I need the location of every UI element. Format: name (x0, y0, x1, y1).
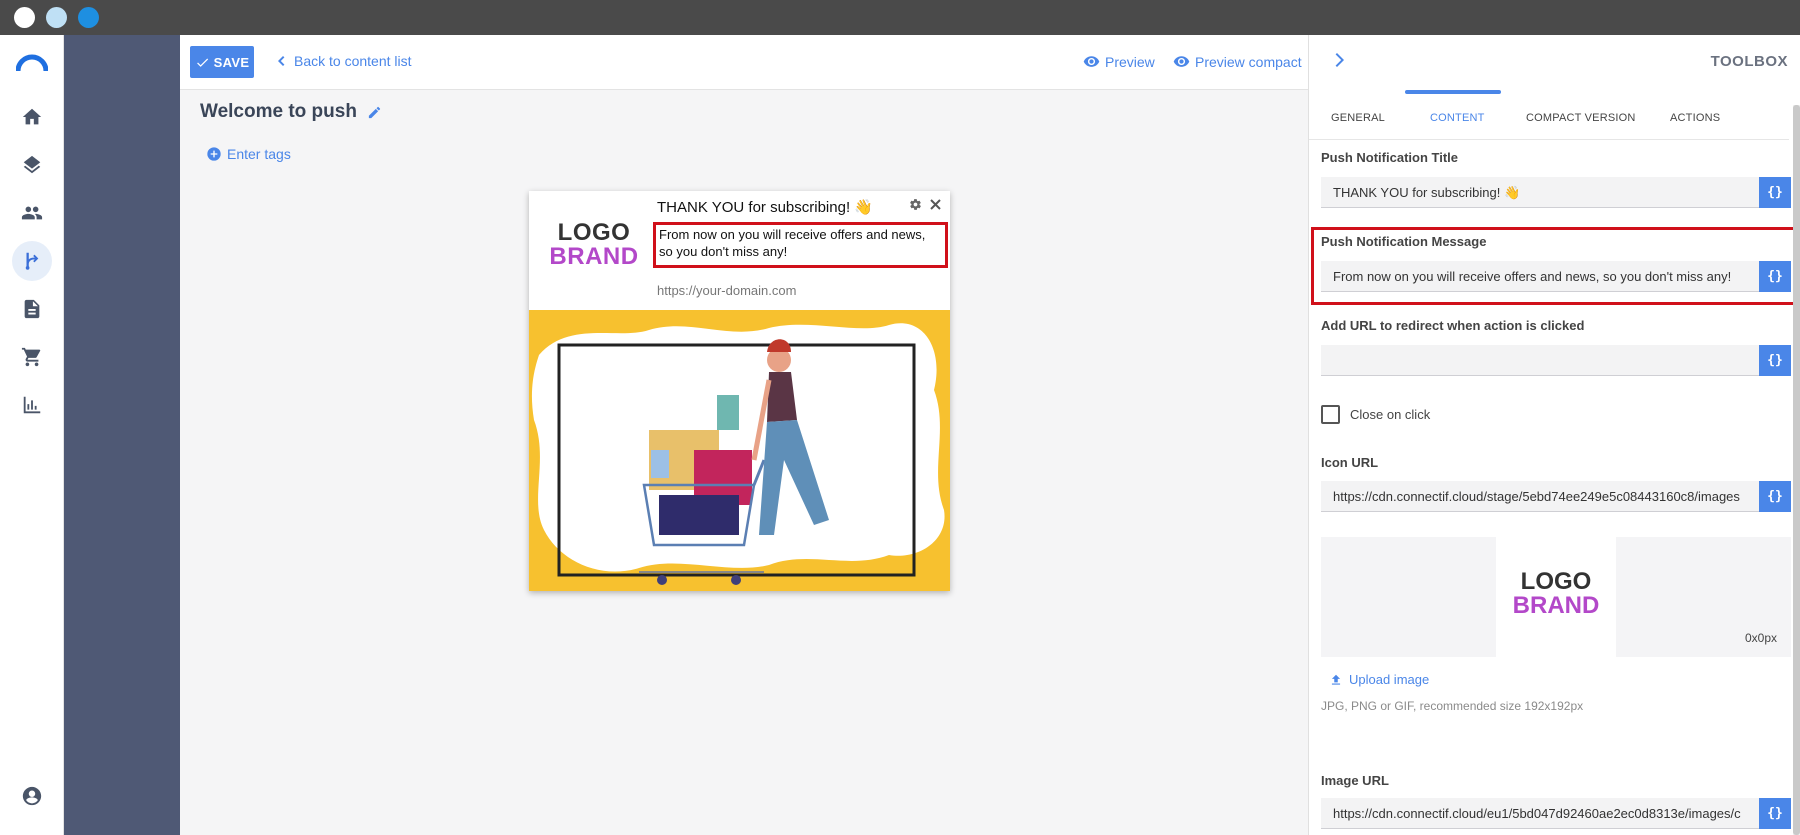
url-variable-button[interactable]: {} (1759, 345, 1791, 376)
back-to-content-link[interactable]: Back to content list (276, 53, 412, 69)
window-minimize-dot[interactable] (46, 7, 67, 28)
image-url-field[interactable]: https://cdn.connectif.cloud/eu1/5bd047d9… (1321, 798, 1791, 829)
logo-line-2: BRAND (549, 243, 639, 270)
title-field[interactable]: THANK YOU for subscribing! 👋 {} (1321, 177, 1791, 208)
preview-label: Preview (1105, 53, 1155, 70)
notification-message[interactable]: From now on you will receive offers and … (653, 222, 948, 268)
enter-tags-link[interactable]: Enter tags (206, 146, 291, 162)
scrollbar-thumb[interactable] (1793, 105, 1800, 835)
window-titlebar (0, 0, 1800, 35)
message-field[interactable]: From now on you will receive offers and … (1321, 261, 1791, 292)
eye-icon (1083, 56, 1100, 67)
icon-url-field[interactable]: https://cdn.connectif.cloud/stage/5ebd74… (1321, 481, 1791, 512)
preview-compact-label: Preview compact (1195, 53, 1302, 70)
tab-compact-version[interactable]: COMPACT VERSION (1526, 112, 1636, 124)
cart-icon (21, 347, 41, 367)
save-button-label: SAVE (213, 54, 250, 70)
nav-contacts[interactable] (12, 193, 52, 233)
tab-content[interactable]: CONTENT (1430, 112, 1485, 124)
active-tab-indicator (1405, 90, 1501, 94)
icon-url-variable-button[interactable]: {} (1759, 481, 1791, 512)
workflow-icon (25, 252, 39, 270)
home-icon (22, 108, 42, 125)
chevron-left-icon (278, 56, 285, 66)
upload-icon (1331, 674, 1341, 685)
thumb-logo-line-1: LOGO (1520, 568, 1592, 595)
window-maximize-dot[interactable] (78, 7, 99, 28)
close-on-click-label: Close on click (1350, 407, 1431, 422)
pencil-icon[interactable] (367, 105, 382, 120)
chevron-right-icon[interactable] (1333, 53, 1347, 67)
push-notification-preview: LOGO BRAND THANK YOU for subscribing! 👋 … (529, 191, 950, 591)
icon-url-label: Icon URL (1321, 455, 1379, 470)
image-url-value: https://cdn.connectif.cloud/eu1/5bd047d9… (1333, 806, 1741, 821)
toolbox-tabs: GENERAL CONTENT COMPACT VERSION ACTIONS (1309, 90, 1789, 140)
gear-icon[interactable] (909, 198, 922, 211)
nav-content[interactable] (12, 289, 52, 329)
app-logo-icon[interactable] (16, 51, 48, 73)
save-button[interactable]: SAVE (190, 46, 254, 78)
page-title-text: Welcome to push (200, 101, 357, 122)
toolbox-title: TOOLBOX (1710, 53, 1788, 70)
back-link-label: Back to content list (294, 53, 412, 69)
close-on-click-checkbox[interactable] (1321, 405, 1340, 424)
enter-tags-label: Enter tags (227, 146, 291, 162)
editor-topbar: SAVE Back to content list Preview Previe… (180, 35, 1308, 90)
title-field-label: Push Notification Title (1321, 150, 1458, 165)
check-icon (196, 58, 208, 67)
toolbox-panel: TOOLBOX GENERAL CONTENT COMPACT VERSION … (1308, 35, 1800, 835)
window-close-dot[interactable] (14, 7, 35, 28)
people-icon (21, 206, 43, 220)
message-field-value: From now on you will receive offers and … (1333, 269, 1732, 284)
upload-hint: JPG, PNG or GIF, recommended size 192x19… (1321, 699, 1584, 713)
title-variable-button[interactable]: {} (1759, 177, 1791, 208)
tab-actions[interactable]: ACTIONS (1670, 112, 1720, 124)
message-field-label: Push Notification Message (1321, 234, 1487, 249)
tab-general[interactable]: GENERAL (1331, 112, 1385, 124)
preview-compact-link[interactable]: Preview compact (1173, 53, 1302, 70)
nav-account[interactable] (12, 776, 52, 816)
brand-logo: LOGO BRAND (549, 221, 639, 269)
secondary-rail (64, 35, 180, 835)
bar-chart-icon (23, 396, 41, 414)
left-nav (0, 35, 64, 835)
account-icon (22, 786, 42, 806)
thumb-logo-line-2: BRAND (1512, 592, 1600, 619)
nav-home[interactable] (12, 97, 52, 137)
notification-domain: https://your-domain.com (657, 283, 797, 298)
nav-reports[interactable] (12, 385, 52, 425)
upload-image-link[interactable]: Upload image (1329, 672, 1429, 687)
url-field-label: Add URL to redirect when action is click… (1321, 318, 1585, 333)
document-icon (24, 299, 40, 319)
nav-store[interactable] (12, 337, 52, 377)
title-field-value: THANK YOU for subscribing! 👋 (1333, 185, 1521, 200)
preview-link[interactable]: Preview (1083, 53, 1155, 70)
editor-main: SAVE Back to content list Preview Previe… (180, 35, 1308, 835)
plus-circle-icon (207, 147, 221, 161)
icon-thumbnail: LOGO BRAND (1496, 537, 1616, 657)
logo-line-1: LOGO (557, 219, 631, 246)
image-url-variable-button[interactable]: {} (1759, 798, 1791, 829)
image-url-label: Image URL (1321, 773, 1389, 788)
notification-title[interactable]: THANK YOU for subscribing! 👋 (657, 198, 873, 216)
nav-layers[interactable] (12, 145, 52, 185)
upload-label: Upload image (1349, 672, 1430, 687)
notification-hero-image (529, 310, 950, 591)
eye-icon (1173, 56, 1190, 67)
message-variable-button[interactable]: {} (1759, 261, 1791, 292)
icon-url-value: https://cdn.connectif.cloud/stage/5ebd74… (1333, 489, 1740, 504)
nav-workflows[interactable] (12, 241, 52, 281)
icon-preview: LOGO BRAND 0x0px (1321, 537, 1791, 657)
toolbox-scrollbar[interactable] (1793, 105, 1800, 835)
icon-dimensions: 0x0px (1744, 631, 1777, 645)
redirect-url-field[interactable]: {} (1321, 345, 1791, 376)
close-icon[interactable] (929, 198, 942, 211)
layers-icon (23, 155, 41, 174)
page-title: Welcome to push (200, 101, 382, 123)
